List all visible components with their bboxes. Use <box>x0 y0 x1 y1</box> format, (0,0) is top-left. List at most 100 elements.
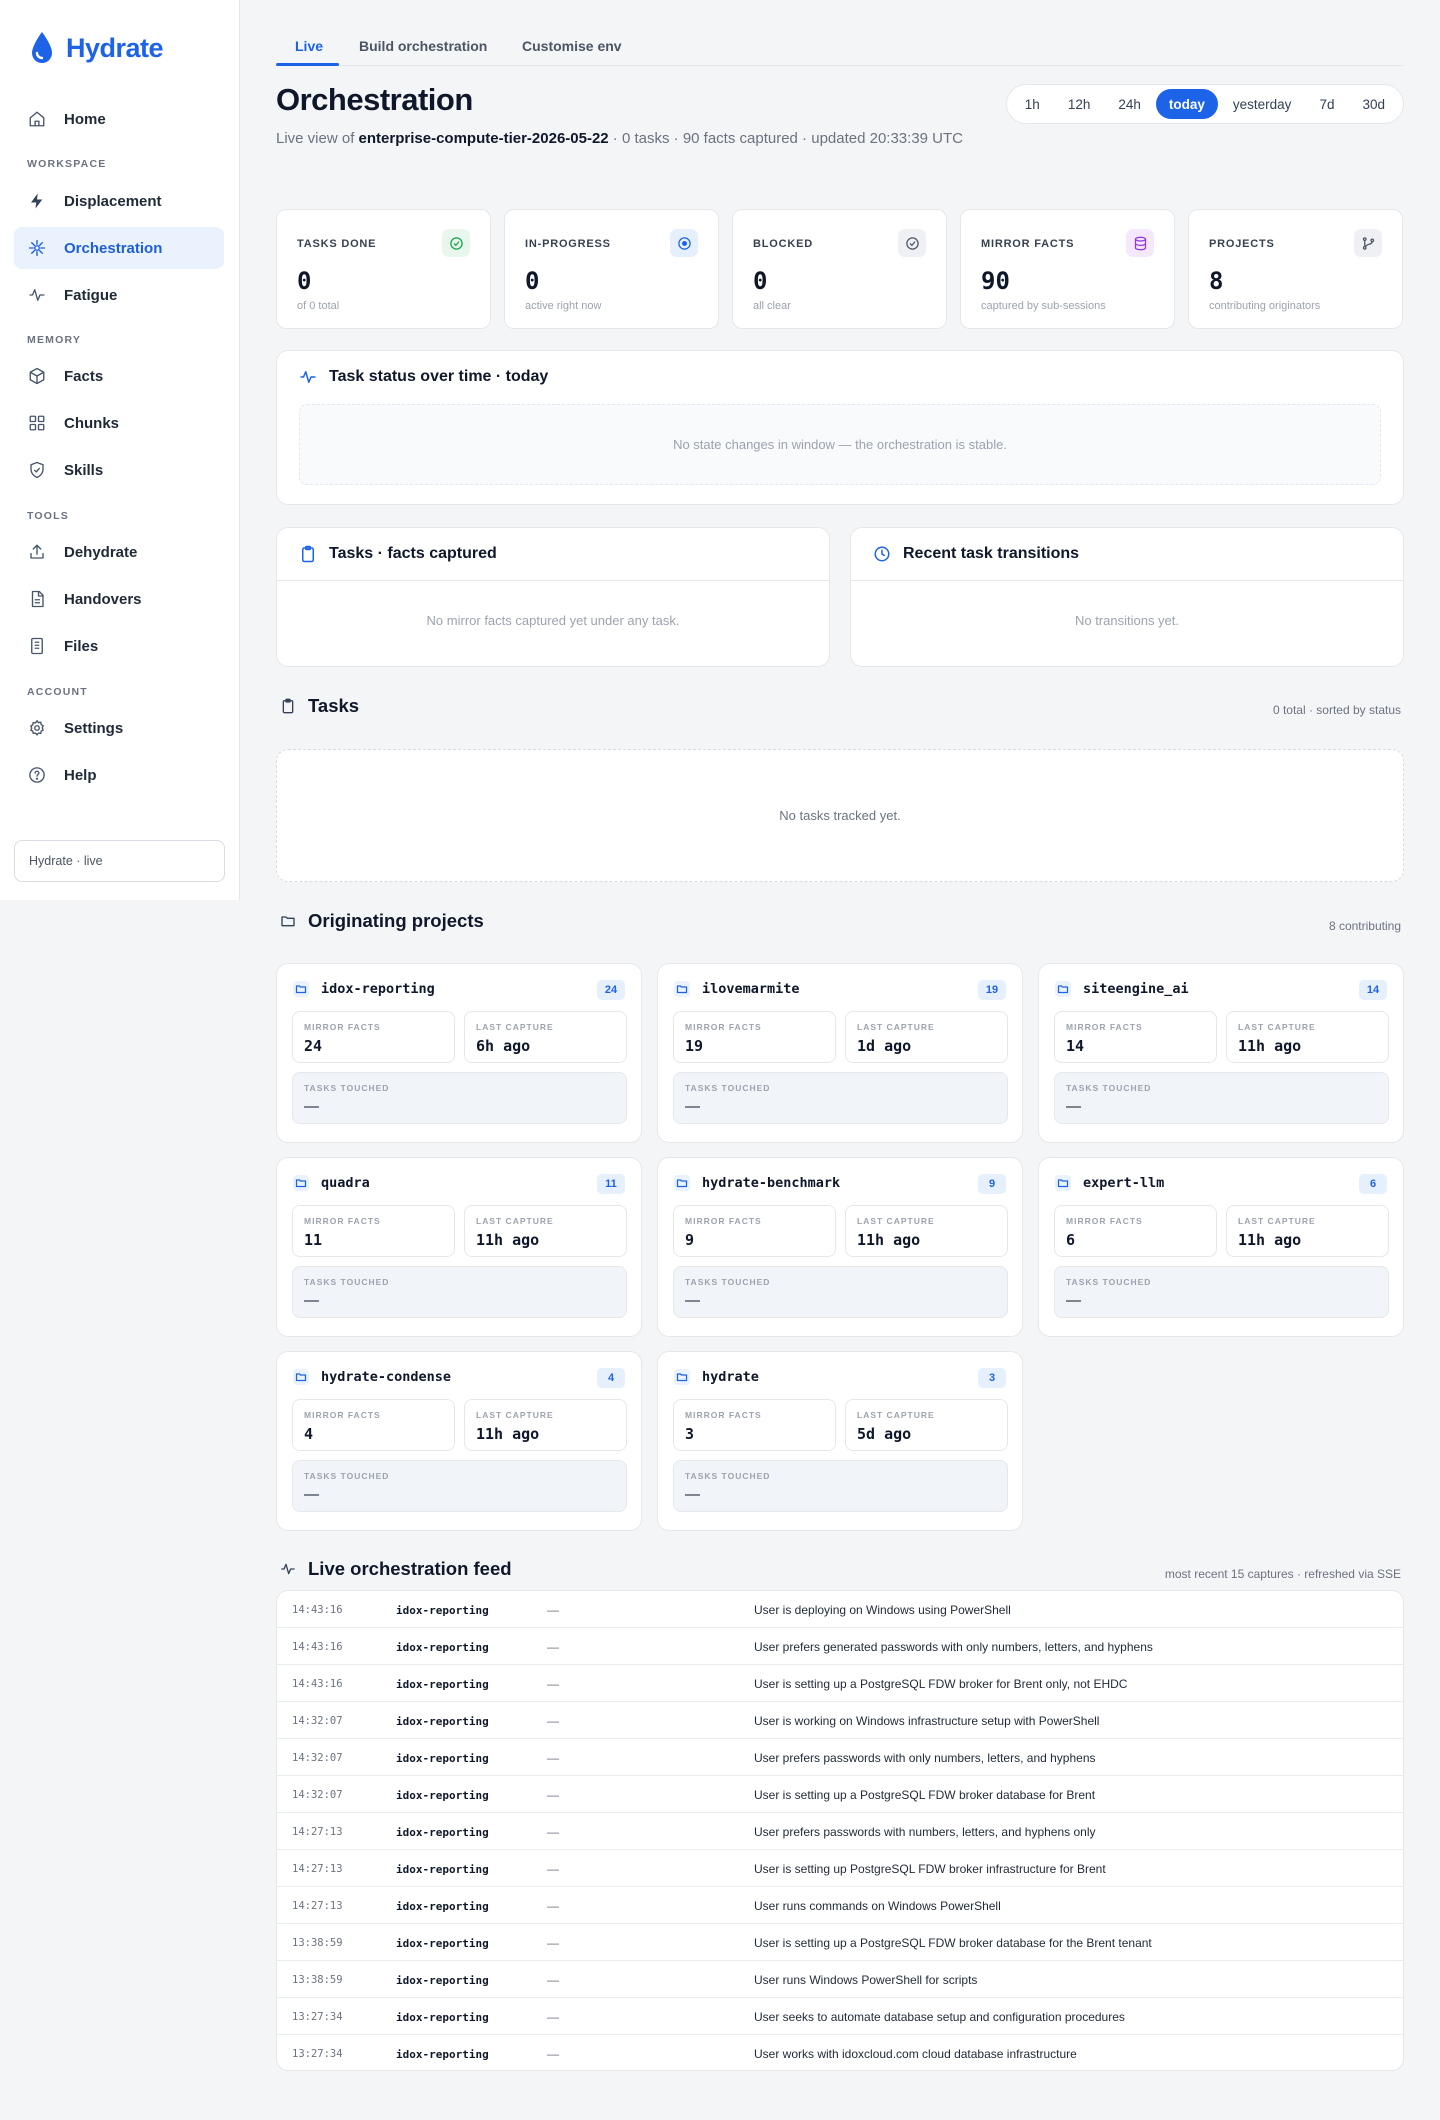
mirror-facts-label: MIRROR FACTS <box>304 1216 381 1226</box>
tasks-touched-box: TASKS TOUCHED — <box>292 1266 627 1318</box>
range-24h[interactable]: 24h <box>1105 89 1154 119</box>
feed-text: User is setting up a PostgreSQL FDW brok… <box>754 1936 1152 1950</box>
feed-time: 13:27:34 <box>292 2011 343 2023</box>
feed-row[interactable]: 14:43:16 idox-reporting — User is deploying… <box>277 1591 1403 1628</box>
nav-facts[interactable]: Facts <box>14 355 224 397</box>
last-capture-label: LAST CAPTURE <box>1238 1216 1316 1226</box>
feed-row[interactable]: 13:38:59 idox-reporting — User runs Windows… <box>277 1961 1403 1998</box>
project-name: idox-reporting <box>321 981 435 997</box>
project-card[interactable]: ilovemarmite 19 MIRROR FACTS 19 LAST CAPTURE… <box>657 963 1023 1143</box>
nav-files[interactable]: Files <box>14 625 224 667</box>
live-status-box: Hydrate · live <box>14 840 225 882</box>
feed-project: idox-reporting <box>396 2011 489 2024</box>
project-card[interactable]: idox-reporting 24 MIRROR FACTS 24 LAST CAPTU… <box>276 963 642 1143</box>
feed-row[interactable]: 14:32:07 idox-reporting — User prefers pass… <box>277 1739 1403 1776</box>
feed-task: — <box>547 1788 559 1802</box>
project-card[interactable]: quadra 11 MIRROR FACTS 11 LAST CAPTURE 11h ag… <box>276 1157 642 1337</box>
clipboard-icon <box>302 545 314 563</box>
feed-row[interactable]: 14:43:16 idox-reporting — User prefers gene… <box>277 1628 1403 1665</box>
project-card[interactable]: siteengine_ai 14 MIRROR FACTS 14 LAST CAPTUR… <box>1038 963 1404 1143</box>
feed-row[interactable]: 14:27:13 idox-reporting — User runs command… <box>277 1887 1403 1924</box>
tasks-touched-label: TASKS TOUCHED <box>685 1277 771 1287</box>
feed-task: — <box>547 2047 559 2061</box>
last-capture-label: LAST CAPTURE <box>857 1022 935 1032</box>
range-7d[interactable]: 7d <box>1306 89 1347 119</box>
feed-row[interactable]: 14:43:16 idox-reporting — User is setting u… <box>277 1665 1403 1702</box>
feed-row[interactable]: 14:27:13 idox-reporting — User is setting u… <box>277 1850 1403 1887</box>
last-capture-box: LAST CAPTURE 1d ago <box>845 1011 1008 1063</box>
tab-live[interactable]: Live <box>295 38 323 54</box>
folder-icon <box>674 1175 690 1191</box>
feed-task: — <box>547 1862 559 1876</box>
card-title: Tasks · facts captured <box>299 545 497 563</box>
nav-handovers[interactable]: Handovers <box>14 578 224 620</box>
nav-home[interactable]: Home <box>14 98 224 140</box>
project-card[interactable]: hydrate 3 MIRROR FACTS 3 LAST CAPTURE 5d ago T… <box>657 1351 1023 1531</box>
feed-row[interactable]: 14:32:07 idox-reporting — User is setting u… <box>277 1776 1403 1813</box>
last-capture-box: LAST CAPTURE 6h ago <box>464 1011 627 1063</box>
feed-task: — <box>547 1751 559 1765</box>
nav-handovers-label: Handovers <box>64 590 142 608</box>
project-card[interactable]: hydrate-condense 4 MIRROR FACTS 4 LAST CAPTU… <box>276 1351 642 1531</box>
feed-row[interactable]: 13:27:34 idox-reporting — User seeks to aut… <box>277 1998 1403 2035</box>
last-capture-label: LAST CAPTURE <box>857 1410 935 1420</box>
project-name: hydrate-condense <box>321 1369 452 1385</box>
project-card[interactable]: expert-llm 6 MIRROR FACTS 6 LAST CAPTURE 11h … <box>1038 1157 1404 1337</box>
last-capture-box: LAST CAPTURE 11h ago <box>845 1205 1008 1257</box>
nav-chunks[interactable]: Chunks <box>14 402 224 444</box>
water-drop-icon <box>32 32 52 63</box>
range-yesterday[interactable]: yesterday <box>1220 89 1305 119</box>
project-header: ilovemarmite <box>674 981 800 997</box>
nav-skills[interactable]: Skills <box>14 449 224 491</box>
feed-section-title: Live orchestration feed <box>280 1558 512 1580</box>
mirror-facts-value: 11 <box>304 1231 323 1249</box>
folder-icon <box>281 916 295 927</box>
feed-text: User is setting up a PostgreSQL FDW brok… <box>754 1677 1128 1691</box>
project-count-badge: 19 <box>978 980 1006 1000</box>
feed-row[interactable]: 13:38:59 idox-reporting — User is setting u… <box>277 1924 1403 1961</box>
range-30d[interactable]: 30d <box>1349 89 1398 119</box>
feed-task: — <box>547 1973 559 1987</box>
stat-value: 90 <box>981 267 1010 295</box>
last-capture-box: LAST CAPTURE 5d ago <box>845 1399 1008 1451</box>
range-1h[interactable]: 1h <box>1012 89 1053 119</box>
mirror-facts-box: MIRROR FACTS 4 <box>292 1399 455 1451</box>
nav-dehydrate[interactable]: Dehydrate <box>14 531 224 573</box>
divider <box>277 580 829 581</box>
project-card[interactable]: hydrate-benchmark 9 MIRROR FACTS 9 LAST CAPT… <box>657 1157 1023 1337</box>
tasks-touched-label: TASKS TOUCHED <box>304 1471 390 1481</box>
file-list-icon <box>31 637 43 655</box>
last-capture-label: LAST CAPTURE <box>476 1410 554 1420</box>
nav-displacement[interactable]: Displacement <box>14 180 224 222</box>
feed-time: 14:43:16 <box>292 1678 343 1690</box>
feed-project: idox-reporting <box>396 1752 489 1765</box>
time-range-selector: 1h 12h 24h today yesterday 7d 30d <box>1005 84 1404 124</box>
task-status-chart-card: Task status over time · today No state c… <box>276 350 1404 505</box>
feed-row[interactable]: 14:32:07 idox-reporting — User is working o… <box>277 1702 1403 1739</box>
feed-text: User runs commands on Windows PowerShell <box>754 1899 1001 1913</box>
tab-customise-env[interactable]: Customise env <box>522 38 622 54</box>
feed-text: User is working on Windows infrastructur… <box>754 1714 1100 1728</box>
feed-row[interactable]: 13:27:34 idox-reporting — User works with i… <box>277 2035 1403 2070</box>
mirror-facts-box: MIRROR FACTS 11 <box>292 1205 455 1257</box>
feed-row[interactable]: 14:27:13 idox-reporting — User prefers pass… <box>277 1813 1403 1850</box>
mirror-facts-box: MIRROR FACTS 9 <box>673 1205 836 1257</box>
range-12h[interactable]: 12h <box>1055 89 1104 119</box>
tab-build-orchestration[interactable]: Build orchestration <box>359 38 487 54</box>
nav-help[interactable]: Help <box>14 754 224 796</box>
feed-task: — <box>547 1825 559 1839</box>
feed-time: 14:43:16 <box>292 1604 343 1616</box>
project-header: idox-reporting <box>293 981 435 997</box>
nav-orchestration[interactable]: Orchestration <box>14 227 224 269</box>
nav-facts-label: Facts <box>64 367 104 385</box>
projects-meta: 8 contributing <box>1328 919 1401 933</box>
card-title: Recent task transitions <box>873 545 1079 563</box>
upload-tray-icon <box>30 544 44 559</box>
nav-settings[interactable]: Settings <box>14 707 224 749</box>
page-title: Orchestration <box>276 82 473 117</box>
nav-fatigue[interactable]: Fatigue <box>14 274 224 316</box>
brand-logo[interactable]: Hydrate <box>30 30 164 66</box>
feed-project: idox-reporting <box>396 1678 489 1691</box>
nav-section-account: ACCOUNT <box>27 686 88 698</box>
range-today[interactable]: today <box>1155 89 1218 119</box>
